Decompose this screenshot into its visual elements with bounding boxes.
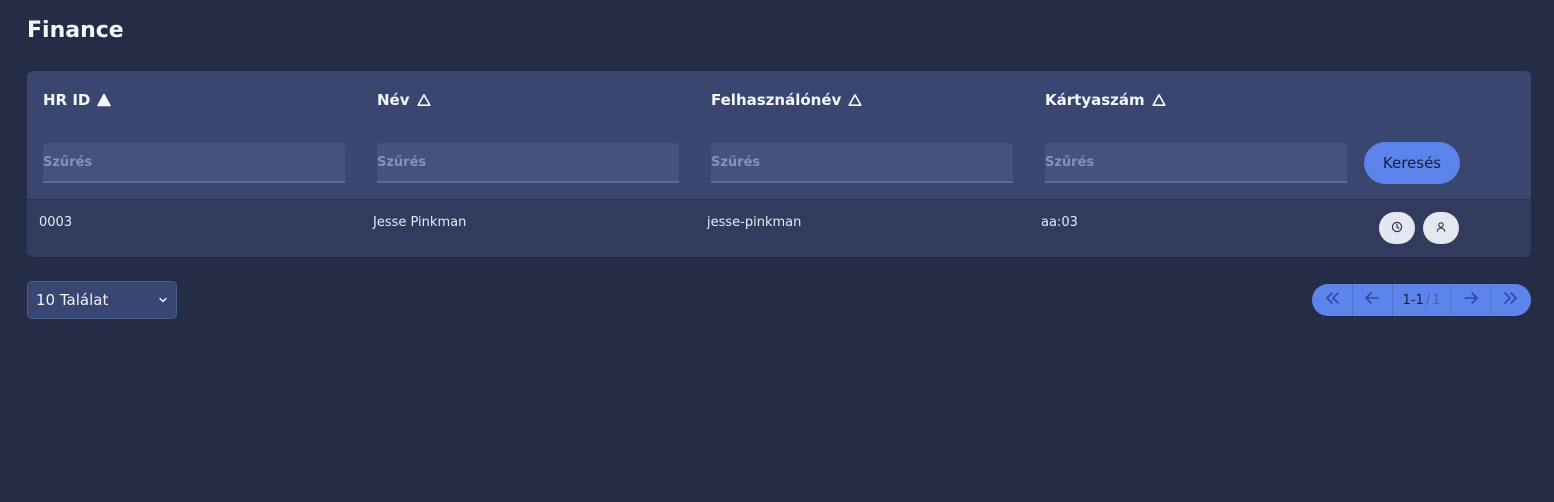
filter-input-card-number[interactable] — [1045, 143, 1347, 183]
page-indicator: 1-1 / 1 — [1393, 284, 1449, 316]
page-total-separator: / — [1425, 292, 1431, 308]
column-header-label: Kártyaszám — [1045, 91, 1145, 109]
column-header-label: Név — [377, 91, 410, 109]
page-range: 1-1 — [1402, 292, 1424, 308]
search-button[interactable]: Keresés — [1364, 142, 1460, 184]
pagination: 1-1 / 1 — [1312, 284, 1531, 316]
sort-unsorted-icon[interactable] — [416, 93, 431, 107]
column-header-name[interactable]: Név — [377, 90, 431, 110]
history-button[interactable] — [1379, 212, 1415, 244]
cell-card-number: aa:03 — [1041, 215, 1078, 230]
page-size-value: 10 Találat — [36, 291, 109, 309]
data-table: HR ID Név Felhasználónév Kártyaszám Szűr… — [27, 71, 1531, 257]
cell-name: Jesse Pinkman — [373, 215, 467, 230]
double-chevron-right-icon — [1503, 291, 1519, 310]
column-header-label: HR ID — [43, 91, 91, 109]
previous-page-button[interactable] — [1353, 284, 1393, 316]
filter-input-hr-id[interactable] — [43, 143, 345, 183]
page-total: 1 — [1432, 292, 1441, 308]
filter-input-username[interactable] — [711, 143, 1013, 183]
arrow-left-icon — [1364, 291, 1380, 310]
next-page-button[interactable] — [1451, 284, 1491, 316]
sort-unsorted-icon[interactable] — [1152, 93, 1166, 107]
column-header-hr-id[interactable]: HR ID — [43, 90, 112, 110]
user-icon — [1435, 221, 1447, 236]
page-size-select[interactable]: 10 Találat — [27, 281, 177, 319]
user-profile-button[interactable] — [1423, 212, 1459, 244]
cell-username: jesse-pinkman — [707, 215, 802, 230]
last-page-button[interactable] — [1491, 284, 1531, 316]
column-header-label: Felhasználónév — [711, 91, 842, 109]
table-row: 0003 Jesse Pinkman jesse-pinkman aa:03 — [27, 199, 1531, 257]
cell-hr-id: 0003 — [39, 215, 73, 230]
first-page-button[interactable] — [1312, 284, 1352, 316]
sort-asc-filled-icon[interactable] — [97, 93, 112, 107]
column-header-username[interactable]: Felhasználónév — [711, 90, 862, 110]
chevron-down-icon — [158, 295, 168, 305]
table-header: HR ID Név Felhasználónév Kártyaszám Szűr… — [27, 71, 1531, 199]
column-header-card-number[interactable]: Kártyaszám — [1045, 90, 1166, 110]
filter-input-name[interactable] — [377, 143, 679, 183]
sort-unsorted-icon[interactable] — [848, 93, 862, 107]
clock-icon — [1391, 221, 1403, 236]
arrow-right-icon — [1463, 291, 1479, 310]
double-chevron-left-icon — [1324, 291, 1340, 310]
page-title: Finance — [27, 18, 124, 43]
